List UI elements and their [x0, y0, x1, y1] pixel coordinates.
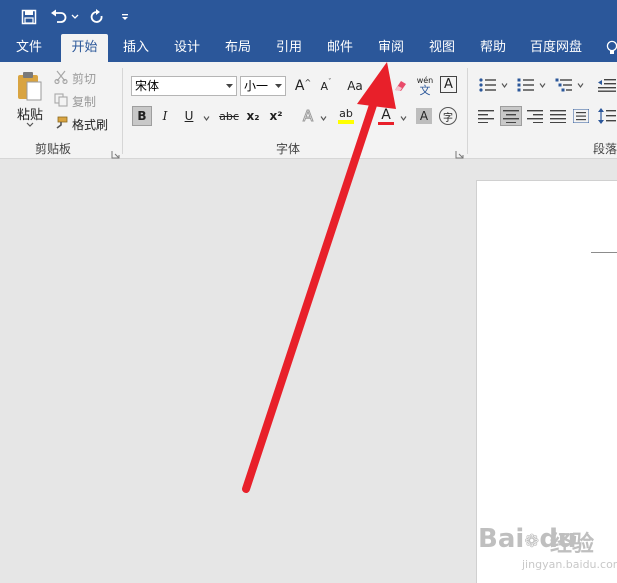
watermark-url: jingyan.baidu.com [522, 558, 617, 571]
word-window: 文件 开始 插入 设计 布局 引用 邮件 审阅 视图 帮助 百度网盘 粘贴 剪切… [0, 0, 617, 583]
paw-icon: ❁ [524, 531, 540, 552]
red-arrow-annotation [242, 62, 396, 493]
watermark-sub: 经验 [550, 532, 595, 557]
baidu-jingyan-watermark: Bai❁du 经验 jingyan.baidu.com [478, 520, 617, 580]
